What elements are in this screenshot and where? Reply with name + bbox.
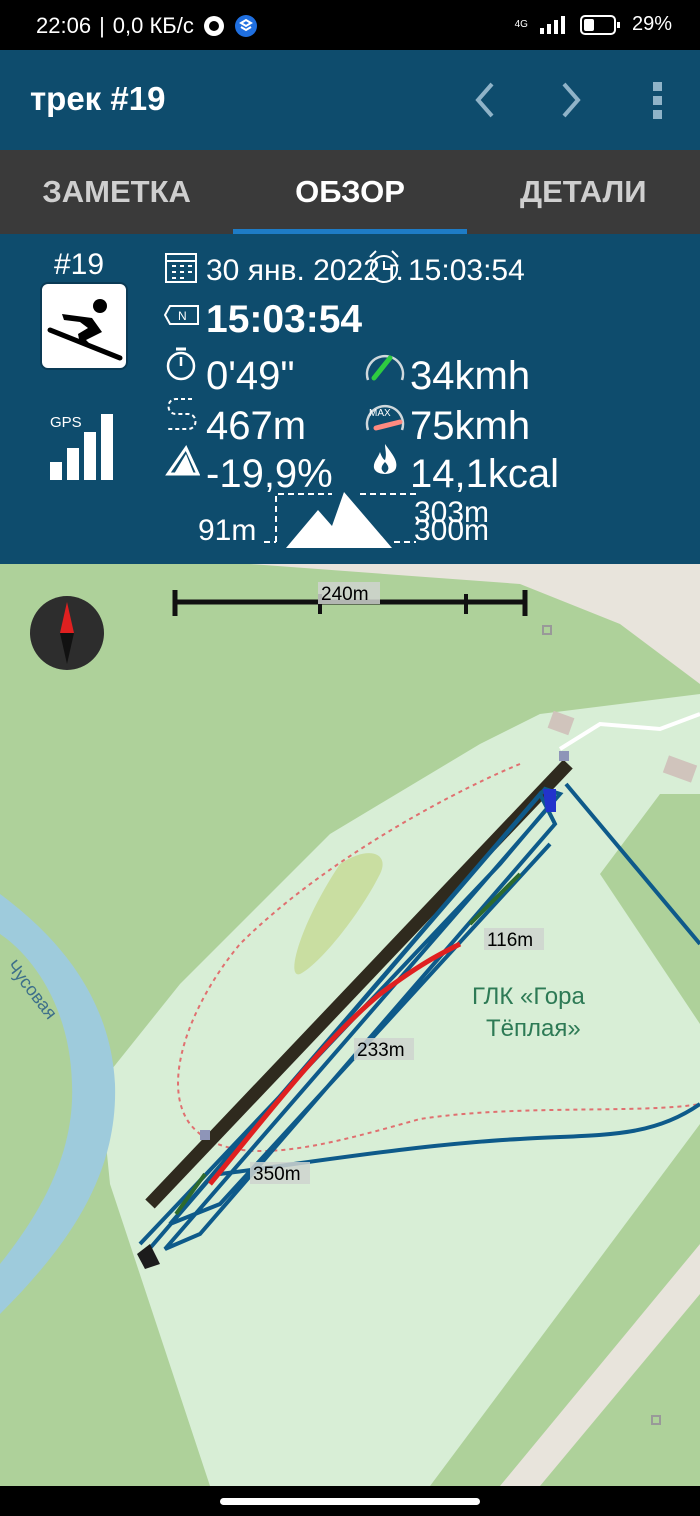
svg-text:116m: 116m: [487, 930, 533, 951]
compass-button[interactable]: [28, 594, 106, 672]
dropbox-icon: [234, 15, 257, 37]
chevron-left-icon[interactable]: [466, 76, 506, 124]
tab-overview-label: ОБЗОР: [295, 174, 405, 209]
skiing-icon: [47, 299, 123, 361]
place-label-line2: Тёплая»: [486, 1015, 581, 1042]
signal-icon: [539, 15, 565, 34]
altitude-profile-icon: [264, 492, 416, 548]
home-indicator[interactable]: [220, 1498, 480, 1505]
max-label: MAX: [369, 408, 391, 419]
status-bar: 22:06 | 0,0 КБ/с 4G 29%: [0, 0, 700, 50]
distance-value: 467m: [206, 404, 307, 448]
route-icon: [167, 398, 197, 430]
place-label-line1: ГЛК «Гора: [472, 983, 585, 1010]
camera-icon: [203, 16, 224, 36]
network-type: 4G: [514, 18, 528, 30]
system-nav-bar: [0, 1486, 700, 1516]
duration-value: 0'49": [206, 354, 295, 398]
status-right: 4G 29%: [515, 13, 672, 36]
speedometer-icon: [365, 354, 405, 381]
battery-icon: [579, 14, 620, 35]
svg-text:233m: 233m: [357, 1040, 405, 1061]
altitude-b: 300m: [414, 514, 490, 547]
calories-value: 14,1kcal: [410, 452, 559, 496]
avg-speed-value: 34kmh: [410, 354, 531, 398]
stopwatch-icon: [166, 347, 196, 381]
map-canvas: Чусовая ГЛК «Гора Тёплая» 116m 233m 350m…: [0, 564, 700, 1486]
scale-label: 240m: [321, 584, 369, 605]
alarm-time: 15:03:54: [408, 254, 525, 287]
max-speed-icon: MAX: [365, 404, 405, 431]
distance-marker-2: 233m: [354, 1038, 414, 1061]
status-left: 22:06 | 0,0 КБ/с: [36, 13, 258, 39]
track-number: #19: [54, 248, 105, 281]
status-net-speed: 0,0 КБ/с: [112, 13, 194, 38]
distance-marker-3: 350m: [250, 1162, 310, 1185]
page-title: трек #19: [30, 80, 166, 117]
tab-details[interactable]: ДЕТАЛИ: [467, 150, 700, 234]
distance-marker-1: 116m: [484, 928, 544, 951]
svg-text:350m: 350m: [253, 1164, 301, 1185]
tab-bar: ЗАМЕТКА ОБЗОР ДЕТАЛИ: [0, 150, 700, 234]
tab-details-label: ДЕТАЛИ: [520, 174, 647, 209]
slope-icon: [165, 444, 200, 476]
tab-note[interactable]: ЗАМЕТКА: [0, 150, 233, 234]
alarm-clock-icon: [369, 250, 399, 283]
svg-text:N: N: [178, 309, 187, 323]
activity-button[interactable]: [40, 282, 128, 370]
start-time: 15:03:54: [206, 298, 363, 341]
poi-marker-1: [559, 751, 569, 761]
more-vert-icon[interactable]: [640, 76, 676, 124]
track-summary: #19 GPS 30 янв. 2022 г. 15:03:54 N 15:03…: [0, 234, 700, 564]
track-map[interactable]: Чусовая ГЛК «Гора Тёплая» 116m 233m 350m…: [0, 564, 700, 1486]
gps-signal-icon: [50, 414, 113, 480]
status-time: 22:06: [36, 13, 92, 38]
tab-note-label: ЗАМЕТКА: [42, 174, 191, 209]
chevron-right-icon[interactable]: [552, 76, 592, 124]
min-altitude: 91m: [198, 514, 257, 547]
tab-overview[interactable]: ОБЗОР: [233, 150, 467, 234]
battery-level: 29%: [631, 13, 672, 35]
compass-tag-icon: N: [164, 305, 199, 325]
calendar-icon: [165, 253, 197, 283]
poi-marker-2: [200, 1130, 210, 1140]
app-bar: трек #19: [0, 50, 700, 150]
flame-icon: [373, 444, 397, 474]
max-speed-value: 75kmh: [410, 404, 531, 448]
status-separator: |: [99, 13, 105, 38]
